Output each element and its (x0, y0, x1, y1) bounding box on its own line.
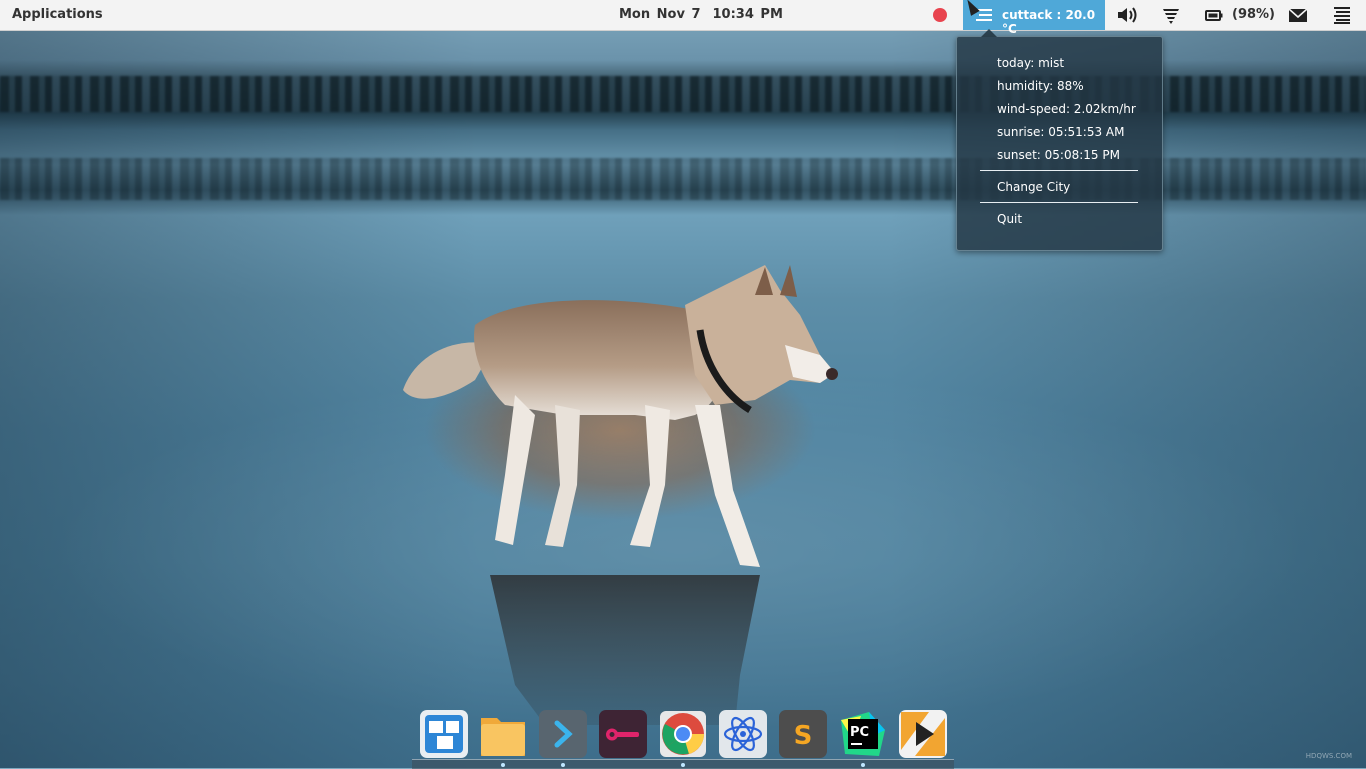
chrome-icon[interactable] (659, 710, 707, 758)
weather-info-today: today: mist (997, 56, 1065, 70)
wallpaper-husky (403, 265, 838, 725)
applications-menu-button[interactable]: Applications (12, 7, 103, 22)
weather-info-sunrise: sunrise: 05:51:53 AM (997, 125, 1125, 139)
weather-info-humidity: humidity: 88% (997, 79, 1084, 93)
menu-separator (980, 170, 1138, 171)
weather-info-sunset: sunset: 05:08:15 PM (997, 148, 1120, 162)
files-icon[interactable] (479, 710, 527, 758)
battery-icon[interactable] (1205, 6, 1223, 24)
svg-text:PC: PC (850, 725, 869, 740)
running-indicator (861, 763, 865, 767)
weather-indicator-label: cuttack : 20.0 °C (1002, 8, 1096, 36)
dock: S PC (416, 706, 956, 762)
clock-indicator[interactable]: Mon Nov 7 10:34 PM (619, 7, 795, 22)
change-city-menu-item[interactable]: Change City (997, 180, 1070, 194)
weather-info-wind-speed: wind-speed: 2.02km/hr (997, 102, 1136, 116)
running-indicator (501, 763, 505, 767)
wifi-icon[interactable] (1162, 6, 1180, 24)
running-indicator (561, 763, 565, 767)
running-indicator (681, 763, 685, 767)
hamburger-icon[interactable] (1333, 6, 1351, 24)
svg-text:S: S (794, 721, 813, 751)
top-panel: Applications Mon Nov 7 10:34 PM cuttack :… (0, 0, 1366, 36)
sublime-text-icon[interactable]: S (779, 710, 827, 758)
menu-separator (980, 202, 1138, 203)
screen-recorder-icon[interactable] (599, 710, 647, 758)
media-player-icon[interactable] (899, 710, 947, 758)
battery-percentage: (98%) (1232, 7, 1275, 22)
record-indicator-icon[interactable] (933, 8, 947, 22)
weather-indicator[interactable]: cuttack : 20.0 °C (963, 0, 1105, 36)
pycharm-icon[interactable]: PC (839, 710, 887, 758)
speaker-icon[interactable] (1117, 6, 1139, 24)
terminal-icon[interactable] (539, 710, 587, 758)
multitasking-view-icon[interactable] (420, 710, 468, 758)
quit-menu-item[interactable]: Quit (997, 212, 1022, 226)
clock-time: 10:34 PM (712, 7, 783, 22)
atom-icon[interactable] (719, 710, 767, 758)
weather-popup-menu: today: mist humidity: 88% wind-speed: 2.… (956, 29, 1163, 251)
wallpaper-watermark: HDQWS.COM (1305, 752, 1352, 760)
clock-date: Mon Nov 7 (619, 7, 701, 22)
mail-icon[interactable] (1288, 6, 1308, 24)
